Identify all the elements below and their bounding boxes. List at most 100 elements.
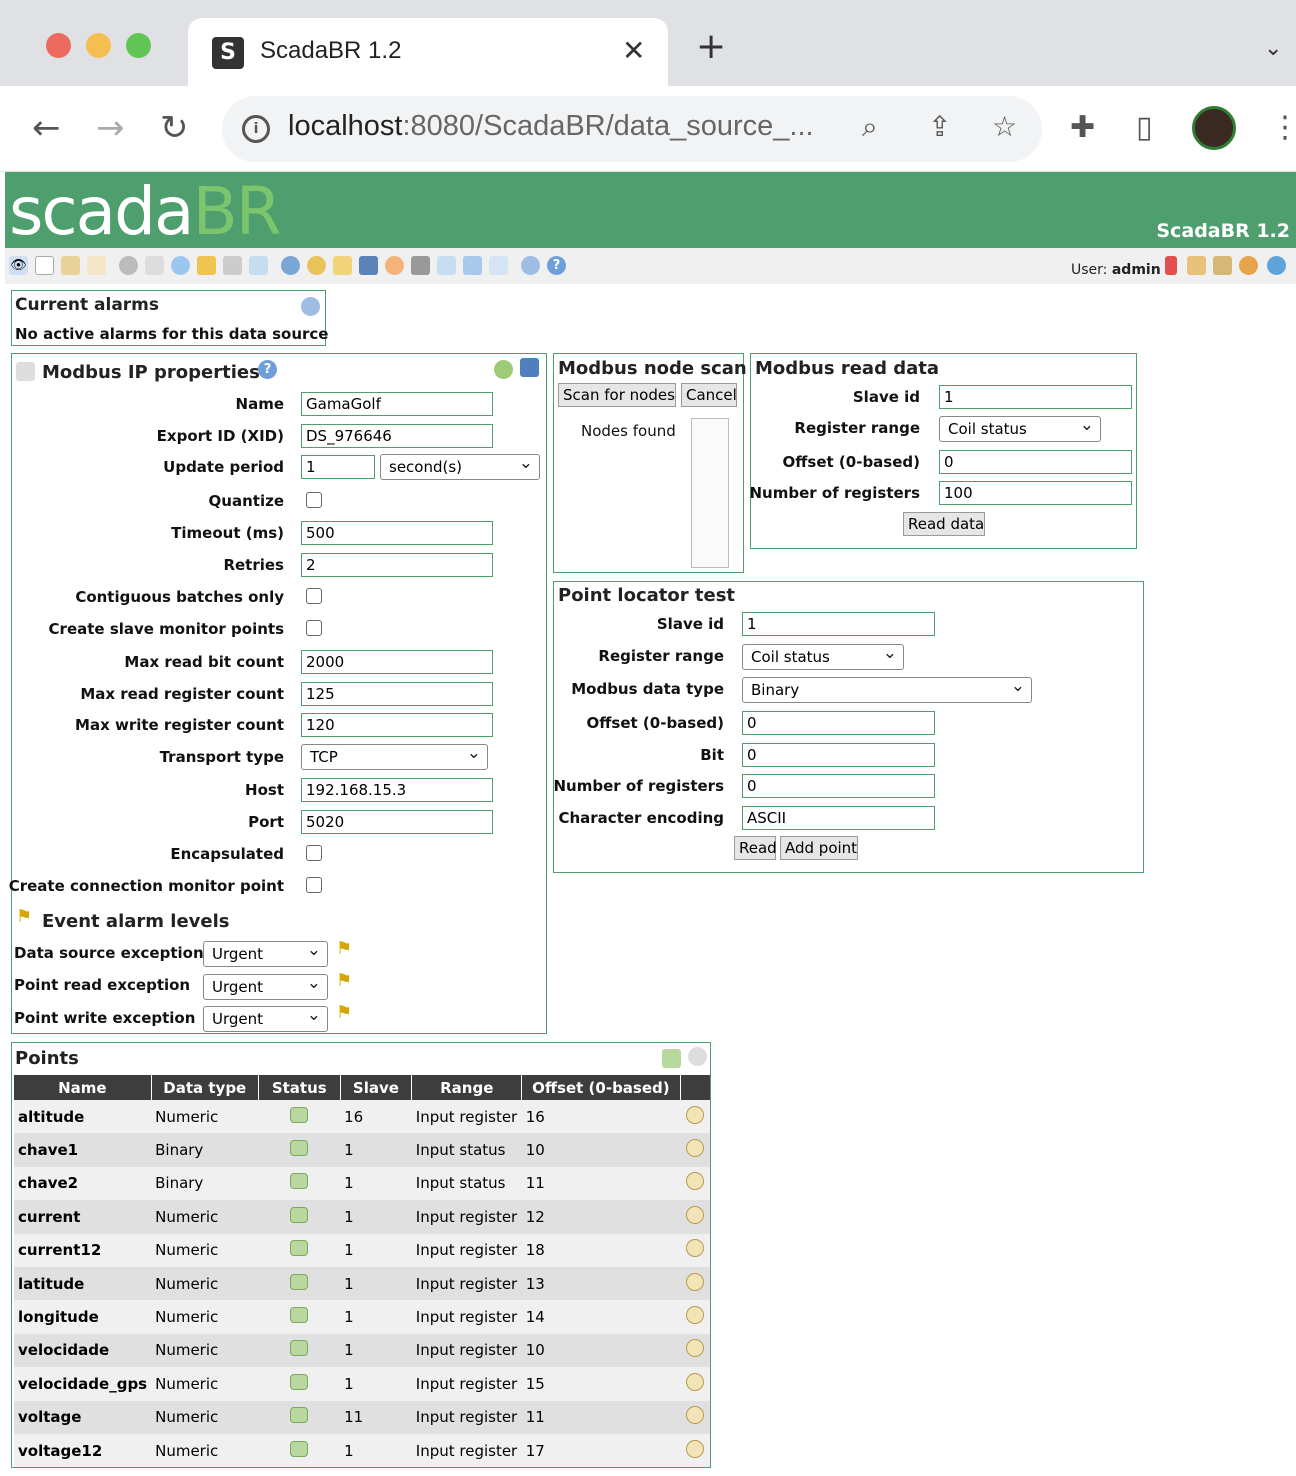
read-exception-select[interactable]: Urgent ⌄: [203, 974, 328, 1000]
export-points-icon[interactable]: [662, 1049, 681, 1068]
zoom-icon[interactable]: ⌕: [862, 110, 878, 144]
locator-read-button[interactable]: Read: [734, 836, 777, 860]
edit-point-icon[interactable]: [686, 1272, 705, 1291]
table-row[interactable]: current Numeric 1 Input register 12: [14, 1200, 710, 1234]
column-header[interactable]: Offset (0-based): [521, 1075, 681, 1100]
scan-for-nodes-button[interactable]: Scan for nodes: [558, 383, 676, 407]
column-header[interactable]: Status: [258, 1075, 341, 1100]
system-settings-icon[interactable]: [411, 256, 430, 275]
alarm-flag-icon[interactable]: [1165, 256, 1177, 275]
read-offset-field[interactable]: 0: [939, 450, 1132, 474]
table-row[interactable]: voltage12 Numeric 1 Input register 17: [14, 1433, 710, 1468]
new-tab-button[interactable]: +: [696, 26, 726, 67]
port-field[interactable]: 5020: [301, 810, 493, 834]
close-window-button[interactable]: [46, 33, 71, 58]
share-icon[interactable]: ⇪: [928, 110, 951, 143]
encapsulated-checkbox[interactable]: [306, 845, 322, 861]
locator-offset-field[interactable]: 0: [742, 711, 935, 735]
read-data-button[interactable]: Read data: [903, 512, 985, 536]
toggle-point-icon[interactable]: [290, 1440, 309, 1457]
tab-search-icon[interactable]: ⌄: [1264, 36, 1282, 61]
emport-icon[interactable]: [437, 256, 456, 275]
menu-icon[interactable]: ⋮: [1270, 108, 1296, 148]
locator-type-select[interactable]: Binary ⌄: [742, 677, 1032, 703]
slave-monitor-checkbox[interactable]: [306, 620, 322, 636]
update-period-field[interactable]: 1: [301, 455, 375, 479]
alarm-refresh-icon[interactable]: [301, 297, 320, 316]
help-icon[interactable]: ?: [258, 360, 277, 379]
user-profiles-icon[interactable]: [307, 256, 326, 275]
globe-icon[interactable]: [1267, 256, 1286, 275]
sql-icon[interactable]: [463, 256, 482, 275]
max-bit-field[interactable]: 2000: [301, 650, 493, 674]
toggle-point-icon[interactable]: [290, 1340, 309, 1357]
locator-bit-field[interactable]: 0: [742, 743, 935, 767]
data-sources-icon[interactable]: [119, 256, 138, 275]
edit-point-icon[interactable]: [686, 1239, 705, 1258]
toggle-point-icon[interactable]: [290, 1173, 309, 1190]
edit-point-icon[interactable]: [686, 1306, 705, 1325]
address-bar[interactable]: i localhost:8080/ScadaBR/data_source_...…: [222, 96, 1042, 162]
name-field[interactable]: GamaGolf: [301, 392, 493, 416]
watchlist-icon[interactable]: 👁: [9, 256, 28, 275]
read-slave-field[interactable]: 1: [939, 385, 1132, 409]
star-icon[interactable]: ☆: [992, 110, 1017, 143]
reports-icon[interactable]: [87, 256, 106, 275]
host-field[interactable]: 192.168.15.3: [301, 778, 493, 802]
column-header[interactable]: Data type: [151, 1075, 259, 1100]
database-icon[interactable]: [145, 256, 164, 275]
edit-point-icon[interactable]: [686, 1139, 705, 1158]
edit-point-icon[interactable]: [686, 1105, 705, 1124]
column-header[interactable]: Range: [411, 1075, 523, 1100]
toggle-point-icon[interactable]: [290, 1140, 309, 1157]
forward-icon[interactable]: →: [96, 108, 125, 148]
minimize-window-button[interactable]: [86, 33, 111, 58]
scripts-icon[interactable]: [249, 256, 268, 275]
locator-encoding-field[interactable]: ASCII: [742, 806, 935, 830]
toggle-datasource-icon[interactable]: [494, 360, 513, 379]
site-info-icon[interactable]: i: [242, 115, 270, 143]
users-icon[interactable]: [281, 256, 300, 275]
scheduled-events-icon[interactable]: [171, 256, 190, 275]
views-icon[interactable]: [35, 256, 54, 275]
table-row[interactable]: longitude Numeric 1 Input register 14: [14, 1300, 710, 1334]
logout-icon[interactable]: [521, 256, 540, 275]
connection-monitor-checkbox[interactable]: [306, 877, 322, 893]
cancel-scan-button[interactable]: Cancel: [681, 383, 737, 407]
edit-point-icon[interactable]: [686, 1439, 705, 1458]
edit-point-icon[interactable]: [686, 1205, 705, 1224]
toggle-point-icon[interactable]: [290, 1206, 309, 1223]
add-point-button[interactable]: Add point: [780, 836, 858, 860]
table-row[interactable]: latitude Numeric 1 Input register 13: [14, 1266, 710, 1301]
table-row[interactable]: velocidade Numeric 1 Input register 10: [14, 1333, 710, 1368]
add-point-icon[interactable]: [688, 1047, 707, 1066]
maximize-window-button[interactable]: [126, 33, 151, 58]
write-exception-select[interactable]: Urgent ⌄: [203, 1006, 328, 1032]
language-icon[interactable]: [1239, 256, 1258, 275]
locator-count-field[interactable]: 0: [742, 774, 935, 798]
table-row[interactable]: chave2 Binary 1 Input status 11: [14, 1166, 710, 1201]
edit-point-icon[interactable]: [686, 1372, 705, 1391]
nodes-found-list[interactable]: [691, 418, 729, 568]
toggle-point-icon[interactable]: [290, 1373, 309, 1390]
column-header[interactable]: Name: [14, 1075, 152, 1100]
update-period-unit-select[interactable]: second(s) ⌄: [380, 454, 540, 480]
toggle-point-icon[interactable]: [290, 1106, 309, 1123]
set-home-icon[interactable]: [1213, 256, 1232, 275]
table-row[interactable]: chave1 Binary 1 Input status 10: [14, 1133, 710, 1167]
toggle-point-icon[interactable]: [290, 1307, 309, 1324]
maintenance-icon[interactable]: [385, 256, 404, 275]
help-icon[interactable]: ?: [547, 256, 566, 275]
import-icon[interactable]: [489, 256, 508, 275]
url-text[interactable]: localhost:8080/ScadaBR/data_source_...: [288, 110, 814, 143]
timeout-field[interactable]: 500: [301, 521, 493, 545]
locator-range-select[interactable]: Coil status ⌄: [742, 644, 904, 670]
edit-point-icon[interactable]: [686, 1339, 705, 1358]
table-row[interactable]: current12 Numeric 1 Input register 18: [14, 1233, 710, 1267]
toggle-point-icon[interactable]: [290, 1407, 309, 1424]
reload-icon[interactable]: ↻: [160, 108, 189, 148]
tab-close-icon[interactable]: ✕: [622, 34, 645, 67]
compound-events-icon[interactable]: [197, 256, 216, 275]
transport-select[interactable]: TCP ⌄: [301, 744, 488, 770]
point-links-icon[interactable]: [223, 256, 242, 275]
